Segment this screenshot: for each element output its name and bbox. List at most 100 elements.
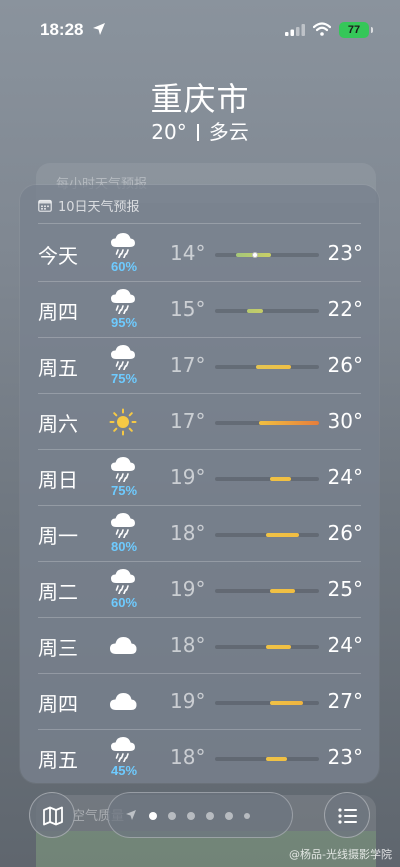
high-temperature: 24° xyxy=(327,465,363,489)
temperature-range-bar xyxy=(266,533,299,537)
day-label: 周二 xyxy=(38,580,78,604)
temperature-range-bar xyxy=(266,757,287,761)
temperature-range-bar xyxy=(270,477,291,481)
rain-cloud-icon xyxy=(111,737,135,762)
current-weather-line: 20° 多云 xyxy=(0,116,400,145)
day-label: 周三 xyxy=(38,636,78,660)
rain-cloud-icon xyxy=(111,289,135,314)
city-list-button[interactable] xyxy=(324,792,370,838)
current-temperature: 20° xyxy=(151,120,187,144)
page-dot[interactable] xyxy=(225,812,233,820)
calendar-icon xyxy=(38,199,52,212)
precipitation-chance: 95% xyxy=(110,315,138,330)
forecast-row[interactable]: 周日 75% 19° 24° xyxy=(20,450,379,506)
precipitation-chance: 75% xyxy=(110,483,138,498)
low-temperature: 15° xyxy=(170,297,206,321)
ten-day-forecast-card[interactable]: 10日天气预报 今天 60% 14° 23° 周四 95% 15° 22° 周五 75% 17° 26… xyxy=(20,185,379,783)
low-temperature: 18° xyxy=(170,745,206,769)
rain-cloud-icon xyxy=(111,513,135,538)
separator xyxy=(196,124,199,141)
high-temperature: 23° xyxy=(327,241,363,265)
status-bar: 18:28 77 xyxy=(0,0,400,54)
current-temperature-marker xyxy=(252,252,258,258)
location-arrow-icon xyxy=(93,23,105,35)
cloud-icon xyxy=(110,637,137,654)
temperature-range-bar xyxy=(259,421,319,425)
day-label: 周四 xyxy=(38,692,78,716)
precipitation-chance: 80% xyxy=(110,539,138,554)
temperature-range-track xyxy=(215,477,319,481)
map-icon xyxy=(43,806,63,826)
temperature-range-bar xyxy=(266,645,291,649)
precipitation-chance: 60% xyxy=(110,595,138,610)
watermark: @杨品-光线摄影学院 xyxy=(289,848,392,861)
page-indicator[interactable] xyxy=(107,792,293,838)
page-dot[interactable] xyxy=(168,812,176,820)
forecast-row[interactable]: 周四 19° 27° xyxy=(20,674,379,730)
rain-cloud-icon xyxy=(111,457,135,482)
forecast-row[interactable]: 周五 45% 18° 23° xyxy=(20,730,379,786)
temperature-range-bar xyxy=(270,701,303,705)
high-temperature: 27° xyxy=(327,689,363,713)
day-label: 周一 xyxy=(38,524,78,548)
high-temperature: 26° xyxy=(327,521,363,545)
high-temperature: 25° xyxy=(327,577,363,601)
low-temperature: 17° xyxy=(170,353,206,377)
location-arrow-icon xyxy=(126,810,136,820)
cellular-signal-icon xyxy=(285,24,305,36)
day-label: 周日 xyxy=(38,468,78,492)
temperature-range-track xyxy=(215,645,319,649)
temperature-range-track xyxy=(215,421,319,425)
forecast-row[interactable]: 今天 60% 14° 23° xyxy=(20,226,379,282)
high-temperature: 22° xyxy=(327,297,363,321)
battery-indicator: 77 xyxy=(339,22,373,38)
page-dot[interactable] xyxy=(206,812,214,820)
low-temperature: 17° xyxy=(170,409,206,433)
forecast-row[interactable]: 周三 18° 24° xyxy=(20,618,379,674)
card-header: 10日天气预报 xyxy=(38,195,140,215)
temperature-range-bar xyxy=(247,309,263,313)
forecast-row[interactable]: 周一 80% 18° 26° xyxy=(20,506,379,562)
temperature-range-track xyxy=(215,252,319,258)
temperature-range-track xyxy=(215,701,319,705)
precipitation-chance: 45% xyxy=(110,763,138,778)
forecast-row[interactable]: 周二 60% 19° 25° xyxy=(20,562,379,618)
precipitation-chance: 75% xyxy=(110,371,138,386)
page-dot[interactable] xyxy=(244,813,250,819)
status-time: 18:28 xyxy=(40,20,84,39)
temperature-range-bar xyxy=(256,365,291,369)
battery-level: 77 xyxy=(347,24,361,36)
rain-cloud-icon xyxy=(111,233,135,258)
forecast-row[interactable]: 周六 17° 30° xyxy=(20,394,379,450)
high-temperature: 24° xyxy=(327,633,363,657)
map-button[interactable] xyxy=(29,792,75,838)
low-temperature: 18° xyxy=(170,521,206,545)
low-temperature: 19° xyxy=(170,689,206,713)
wifi-icon xyxy=(313,22,331,36)
temperature-range-track xyxy=(215,757,319,761)
temperature-range-track xyxy=(215,309,319,313)
temperature-range-track xyxy=(215,589,319,593)
card-title: 10日天气预报 xyxy=(58,199,140,215)
temperature-range-bar xyxy=(270,589,295,593)
temperature-range-track xyxy=(215,533,319,537)
current-condition: 多云 xyxy=(208,120,249,144)
day-label: 今天 xyxy=(38,244,78,268)
sun-icon xyxy=(109,408,137,436)
day-label: 周五 xyxy=(38,748,78,772)
rain-cloud-icon xyxy=(111,569,135,594)
temperature-range-track xyxy=(215,365,319,369)
high-temperature: 26° xyxy=(327,353,363,377)
page-dot[interactable] xyxy=(187,812,195,820)
low-temperature: 19° xyxy=(170,465,206,489)
low-temperature: 14° xyxy=(170,241,206,265)
day-label: 周五 xyxy=(38,356,78,380)
page-dot[interactable] xyxy=(149,812,157,820)
precipitation-chance: 60% xyxy=(110,259,138,274)
cloud-icon xyxy=(110,693,137,710)
divider xyxy=(38,223,361,224)
forecast-row[interactable]: 周五 75% 17° 26° xyxy=(20,338,379,394)
high-temperature: 23° xyxy=(327,745,363,769)
day-label: 周四 xyxy=(38,300,78,324)
forecast-row[interactable]: 周四 95% 15° 22° xyxy=(20,282,379,338)
